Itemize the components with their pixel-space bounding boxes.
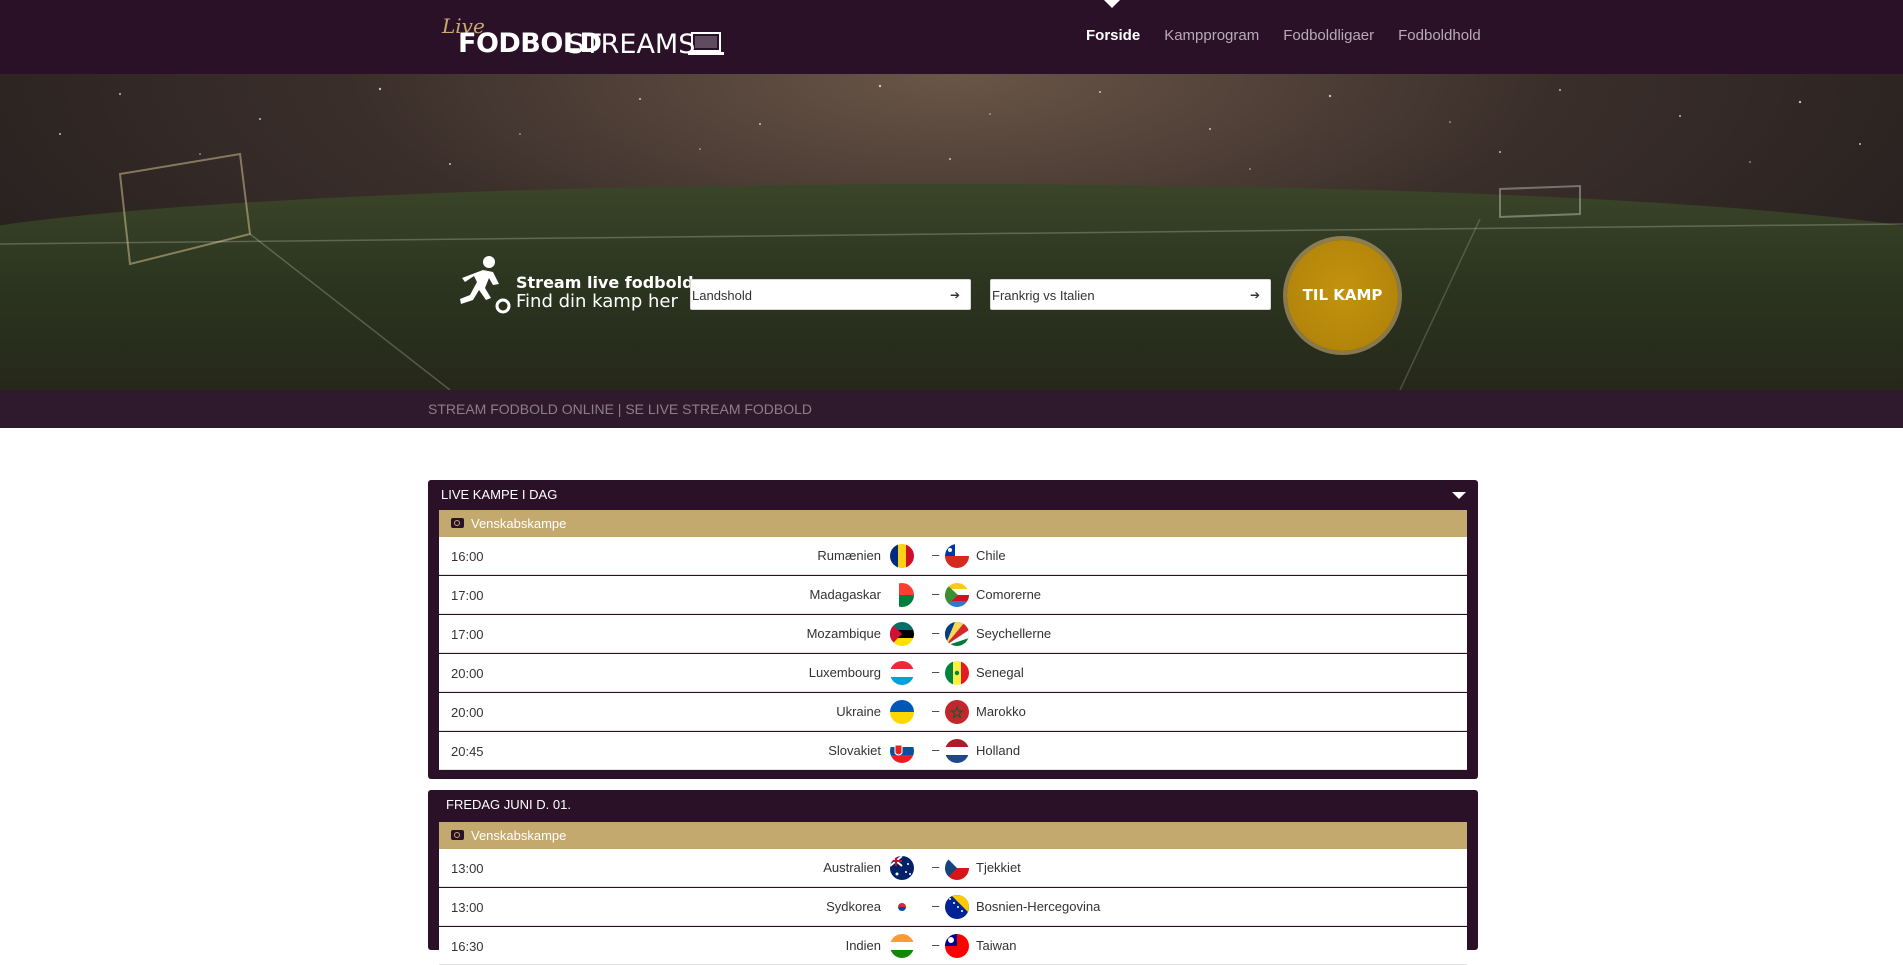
flag-madagascar-icon (890, 583, 914, 607)
away-team: Holland (976, 743, 1021, 758)
league-name: Venskabskampe (471, 828, 567, 843)
home-team: Slovakiet (828, 743, 881, 758)
flag-senegal-icon (945, 661, 969, 685)
match-time: 13:00 (451, 861, 484, 876)
laptop-icon (688, 32, 724, 55)
versus-dash: – (932, 625, 940, 640)
site-header: Live FODBOLD STREAMS Forside Kampprogram… (0, 0, 1903, 74)
flag-taiwan-icon (945, 934, 969, 958)
match-select-value: Frankrig vs Italien (992, 288, 1095, 303)
home-team: Madagaskar (809, 587, 881, 602)
main-nav: Forside Kampprogram Fodboldligaer Fodbol… (1086, 27, 1505, 44)
nav-item-kampprogram[interactable]: Kampprogram (1164, 27, 1259, 44)
away-team: Comorerne (976, 587, 1042, 602)
match-row[interactable]: 20:00 Ukraine – Marokko (439, 693, 1467, 731)
away-team: Seychellerne (976, 626, 1052, 641)
nav-item-fodboldhold[interactable]: Fodboldhold (1398, 27, 1481, 44)
league-name: Venskabskampe (471, 516, 567, 531)
versus-dash: – (932, 859, 940, 874)
match-row[interactable]: 17:00 Madagaskar – Comorerne (439, 576, 1467, 614)
live-today-panel: LIVE KAMPE I DAG Venskabskampe 16:00 Rum… (428, 480, 1478, 779)
flag-seychelles-icon (945, 622, 969, 646)
versus-dash: – (932, 898, 940, 913)
flag-mozambique-icon (890, 622, 914, 646)
versus-dash: – (932, 547, 940, 562)
nav-item-forside[interactable]: Forside (1086, 27, 1140, 44)
panel-title: LIVE KAMPE I DAG (441, 487, 558, 502)
home-team: Australien (823, 860, 881, 875)
site-logo[interactable]: Live FODBOLD STREAMS (442, 14, 732, 60)
flag-morocco-icon (945, 700, 969, 724)
arrow-right-icon: ➔ (1249, 288, 1260, 302)
home-team: Luxembourg (808, 665, 881, 680)
panel-title: FREDAG JUNI D. 01. (446, 797, 571, 812)
nav-active-caret (1104, 0, 1120, 8)
subtitle-bar: STREAM FODBOLD ONLINE | SE LIVE STREAM F… (0, 390, 1903, 428)
hero-tagline-title: Stream live fodbold (516, 273, 694, 292)
flag-luxembourg-icon (890, 661, 914, 685)
match-row[interactable]: 16:30 Indien – Taiwan (439, 927, 1467, 965)
match-time: 16:30 (451, 939, 484, 954)
flag-australia-icon (890, 856, 914, 880)
match-time: 16:00 (451, 549, 484, 564)
home-team: Mozambique (806, 626, 881, 641)
home-team: Indien (845, 938, 881, 953)
match-time: 20:45 (451, 744, 484, 759)
flag-slovakia-icon (890, 739, 914, 763)
away-team: Marokko (976, 704, 1026, 719)
flag-south-korea-icon (890, 895, 914, 919)
eye-icon (451, 830, 464, 840)
hero-tagline-subtitle: Find din kamp her (516, 291, 678, 312)
match-row[interactable]: 20:00 Luxembourg – Senegal (439, 654, 1467, 692)
football-player-icon (460, 256, 511, 314)
match-row[interactable]: 13:00 Sydkorea – Bosnien-Hercegovina (439, 888, 1467, 926)
hero-banner: Stream live fodbold Find din kamp her La… (0, 74, 1903, 390)
flag-romania-icon (890, 544, 914, 568)
away-team: Tjekkiet (976, 860, 1021, 875)
flag-bosnia-icon (945, 895, 969, 919)
nav-item-fodboldligaer[interactable]: Fodboldligaer (1283, 27, 1374, 44)
flag-czechia-icon (945, 856, 969, 880)
league-header[interactable]: Venskabskampe (439, 510, 1467, 537)
flag-india-icon (890, 934, 914, 958)
match-select[interactable]: Frankrig vs Italien ➔ (990, 279, 1271, 310)
category-select-value: Landshold (692, 288, 752, 303)
home-team: Sydkorea (826, 899, 881, 914)
flag-comoros-icon (945, 583, 969, 607)
match-search-area: Stream live fodbold Find din kamp her La… (0, 74, 1903, 390)
league-header[interactable]: Venskabskampe (439, 822, 1467, 849)
match-time: 13:00 (451, 900, 484, 915)
match-time: 17:00 (451, 588, 484, 603)
match-time: 20:00 (451, 705, 484, 720)
friday-panel: FREDAG JUNI D. 01. Venskabskampe 13:00 A… (428, 790, 1478, 965)
match-row[interactable]: 17:00 Mozambique – Seychellerne (439, 615, 1467, 653)
away-team: Senegal (976, 665, 1024, 680)
away-team: Chile (976, 548, 1006, 563)
flag-chile-icon (945, 544, 969, 568)
match-row[interactable]: 20:45 Slovakiet – Holland (439, 732, 1467, 770)
flag-netherlands-icon (945, 739, 969, 763)
eye-icon (451, 518, 464, 528)
away-team: Bosnien-Hercegovina (976, 899, 1101, 914)
versus-dash: – (932, 586, 940, 601)
home-team: Rumænien (817, 548, 881, 563)
home-team: Ukraine (836, 704, 881, 719)
go-to-match-button[interactable]: TIL KAMP (1287, 240, 1398, 351)
versus-dash: – (932, 664, 940, 679)
flag-ukraine-icon (890, 700, 914, 724)
arrow-right-icon: ➔ (949, 288, 960, 302)
match-time: 17:00 (451, 627, 484, 642)
away-team: Taiwan (976, 938, 1017, 953)
subtitle-text: STREAM FODBOLD ONLINE | SE LIVE STREAM F… (428, 401, 813, 417)
match-row[interactable]: 16:00 Rumænien – Chile (439, 537, 1467, 575)
category-select[interactable]: Landshold ➔ (690, 279, 971, 310)
versus-dash: – (932, 742, 940, 757)
match-row[interactable]: 13:00 Australien – Tjekkiet (439, 849, 1467, 887)
versus-dash: – (932, 703, 940, 718)
match-time: 20:00 (451, 666, 484, 681)
logo-streams-text: STREAMS (567, 29, 696, 60)
collapse-caret-icon[interactable] (1452, 492, 1466, 499)
